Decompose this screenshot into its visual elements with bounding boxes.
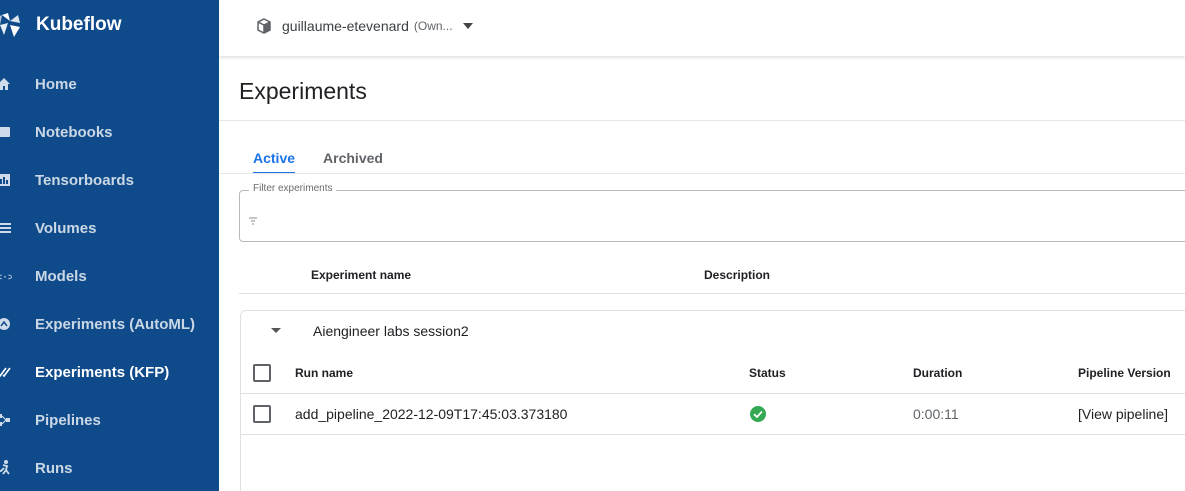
runs-table-header: Run name Status Duration Pipeline Versio… [241, 352, 1185, 394]
experiment-card: Aiengineer labs session2 Run name Status… [240, 310, 1185, 491]
sidebar-item-tensorboards[interactable]: Tensorboards [0, 156, 219, 204]
divider [219, 120, 1185, 121]
kubeflow-logo-icon [0, 10, 24, 40]
divider [219, 173, 1185, 174]
main-content: Experiments Active Archived Filter exper… [219, 56, 1185, 491]
run-duration: 0:00:11 [913, 406, 959, 422]
sidebar-item-notebooks[interactable]: Notebooks [0, 108, 219, 156]
sidebar-item-experiments-kfp[interactable]: Experiments (KFP) [0, 348, 219, 396]
sidebar-item-home[interactable]: Home [0, 60, 219, 108]
top-bar: guillaume-etevenard (Own... [219, 0, 1185, 56]
storage-icon [0, 220, 12, 236]
sidebar-item-label: Experiments (KFP) [35, 363, 170, 381]
filter-input[interactable] [266, 207, 1166, 227]
filter-icon [249, 212, 257, 225]
sidebar-item-label: Notebooks [35, 123, 113, 141]
runner-icon [0, 460, 12, 476]
page-title: Experiments [239, 78, 367, 104]
home-icon [0, 76, 12, 92]
sidebar-item-experiments-automl[interactable]: Experiments (AutoML) [0, 300, 219, 348]
filter-experiments-field[interactable]: Filter experiments [239, 183, 1185, 242]
brand[interactable]: Kubeflow [0, 10, 122, 40]
automl-icon [0, 316, 12, 332]
brand-name: Kubeflow [36, 14, 122, 35]
filter-label: Filter experiments [249, 183, 337, 194]
tab-archived[interactable]: Archived [309, 142, 397, 174]
notebook-icon [0, 124, 12, 140]
sidebar-item-label: Runs [35, 459, 73, 477]
sidebar-item-volumes[interactable]: Volumes [0, 204, 219, 252]
sidebar-item-label: Tensorboards [35, 171, 134, 189]
namespace-name: guillaume-etevenard [282, 18, 409, 34]
sidebar-nav: Home Notebooks Tensorboards Volumes ·> M… [0, 60, 219, 491]
column-header-run-name[interactable]: Run name [295, 366, 353, 380]
tab-active[interactable]: Active [239, 142, 309, 174]
row-checkbox[interactable] [253, 405, 271, 423]
success-check-icon [750, 406, 766, 422]
sidebar-item-label: Models [35, 267, 87, 285]
sidebar-item-runs[interactable]: Runs [0, 444, 219, 491]
namespace-selector[interactable]: guillaume-etevenard (Own... [256, 14, 473, 38]
column-header-duration[interactable]: Duration [913, 366, 962, 380]
view-pipeline-link[interactable]: [View pipeline] [1078, 406, 1168, 422]
sidebar-item-label: Home [35, 75, 77, 93]
sidebar-item-label: Experiments (AutoML) [35, 315, 196, 333]
column-header-status[interactable]: Status [749, 366, 786, 380]
namespace-role: (Own... [413, 19, 453, 33]
experiment-name[interactable]: Aiengineer labs session2 [313, 323, 469, 339]
run-name-link[interactable]: add_pipeline_2022-12-09T17:45:03.373180 [295, 406, 567, 422]
chart-icon [0, 172, 12, 188]
sidebar-item-pipelines[interactable]: Pipelines [0, 396, 219, 444]
experiment-row[interactable]: Aiengineer labs session2 [241, 311, 1185, 351]
sidebar-item-label: Pipelines [35, 411, 101, 429]
table-row[interactable]: add_pipeline_2022-12-09T17:45:03.373180 … [241, 394, 1185, 435]
done-all-icon [0, 364, 12, 380]
cube-icon [256, 18, 272, 34]
sidebar-item-models[interactable]: <·> Models [0, 252, 219, 300]
column-header-description[interactable]: Description [704, 268, 770, 282]
column-header-experiment-name[interactable]: Experiment name [311, 268, 411, 282]
experiments-table-header: Experiment name Description [239, 256, 1185, 294]
tab-bar: Active Archived [239, 142, 397, 174]
app-window: Kubeflow Home Notebooks Tensorboards Vol… [0, 0, 1185, 491]
select-all-checkbox[interactable] [253, 364, 271, 382]
column-header-pipeline-version[interactable]: Pipeline Version [1078, 366, 1171, 380]
expand-caret-icon[interactable] [271, 328, 281, 333]
svg-text:<·>: <·> [0, 272, 12, 283]
sidebar: Kubeflow Home Notebooks Tensorboards Vol… [0, 0, 219, 491]
sidebar-item-label: Volumes [35, 219, 97, 237]
models-icon: <·> [0, 268, 12, 284]
chevron-down-icon [462, 23, 473, 29]
pipeline-icon [0, 412, 12, 428]
